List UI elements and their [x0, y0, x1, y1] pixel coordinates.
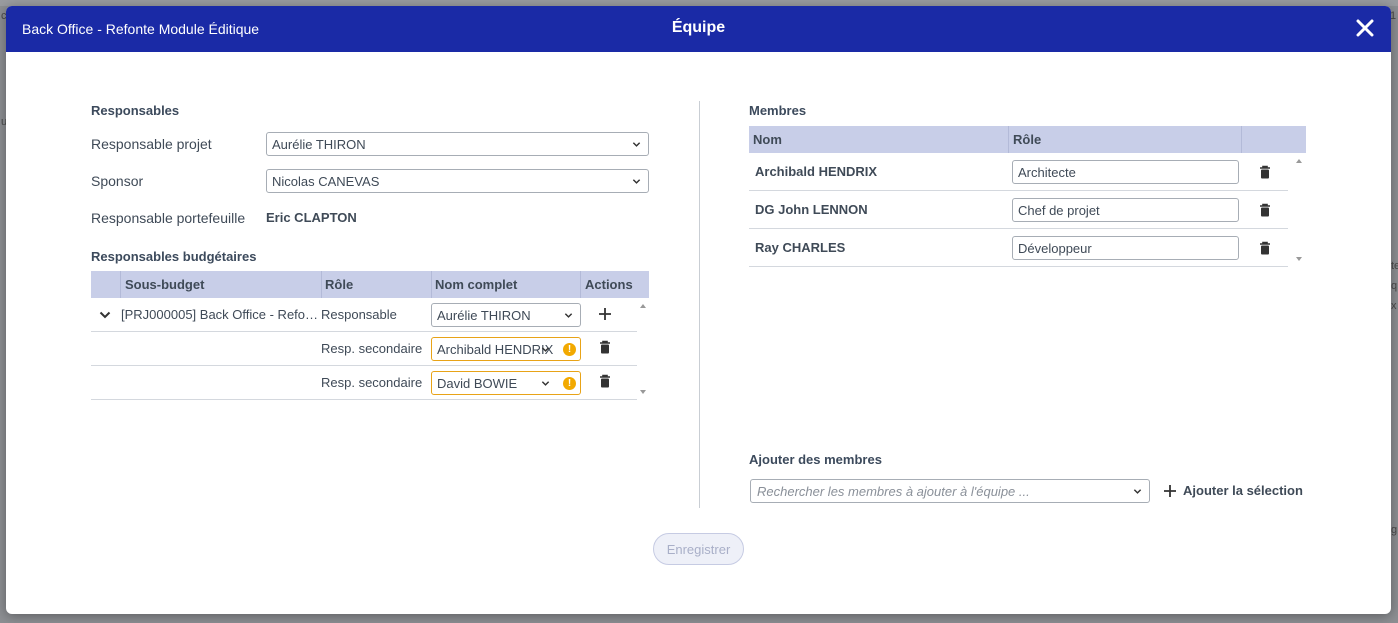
budget-table-header: Sous-budget Rôle Nom complet Actions: [91, 271, 649, 298]
column-separator: [120, 271, 121, 298]
nom-complet-select[interactable]: David BOWIE !: [431, 371, 581, 395]
nom-complet-select[interactable]: Archibald HENDRIX !: [431, 337, 581, 361]
member-role-input[interactable]: Développeur: [1012, 236, 1239, 260]
budget-table: Sous-budget Rôle Nom complet Actions [PR…: [91, 271, 649, 401]
add-selection-label: Ajouter la sélection: [1183, 483, 1303, 498]
delete-member-button[interactable]: [1257, 240, 1273, 256]
modal-title: Équipe: [671, 19, 726, 36]
responsable-projet-select[interactable]: Aurélie THIRON: [266, 132, 649, 156]
member-role-value: Chef de projet: [1018, 202, 1100, 218]
responsable-projet-value: Aurélie THIRON: [272, 136, 366, 152]
column-header-role: Rôle: [1013, 132, 1042, 147]
add-selection-button[interactable]: Ajouter la sélection: [1163, 483, 1303, 498]
role-cell: Resp. secondaire: [321, 341, 423, 356]
chevron-down-icon: [541, 347, 550, 352]
sponsor-value: Nicolas CANEVAS: [272, 173, 380, 189]
delete-row-button[interactable]: [597, 339, 613, 355]
member-search-placeholder: Rechercher les membres à ajouter à l'équ…: [757, 483, 1030, 499]
trash-icon: [1260, 241, 1270, 255]
member-role-value: Architecte: [1018, 164, 1076, 180]
role-cell: Responsable: [321, 307, 397, 322]
background-text-fragment: te: [1391, 260, 1398, 272]
close-icon: [1356, 19, 1374, 37]
trash-icon: [1260, 203, 1270, 217]
member-role-value: Développeur: [1018, 240, 1092, 256]
chevron-down-icon: [541, 381, 550, 386]
scroll-down-icon[interactable]: [1296, 257, 1302, 261]
column-separator: [321, 271, 322, 298]
member-name-cell: Ray CHARLES: [755, 240, 846, 255]
column-divider: [699, 101, 700, 508]
scroll-down-icon[interactable]: [640, 390, 646, 394]
trash-icon: [1260, 165, 1270, 179]
column-header-nom-complet: Nom complet: [435, 277, 518, 292]
responsable-projet-label: Responsable projet: [91, 136, 212, 152]
table-row: Resp. secondaire David BOWIE !: [91, 366, 637, 400]
column-separator: [580, 271, 581, 298]
column-separator: [431, 271, 432, 298]
column-header-sous-budget: Sous-budget: [125, 277, 205, 292]
trash-icon: [600, 374, 610, 388]
chevron-down-icon: [99, 311, 111, 319]
member-search-select[interactable]: Rechercher les membres à ajouter à l'équ…: [750, 479, 1150, 503]
membres-table-scrollbar[interactable]: [1293, 153, 1305, 267]
sponsor-select[interactable]: Nicolas CANEVAS: [266, 169, 649, 193]
membres-title: Membres: [749, 103, 807, 118]
plus-icon: [599, 308, 611, 320]
nom-complet-value: David BOWIE: [437, 375, 518, 391]
column-header-role: Rôle: [325, 277, 354, 292]
add-row-button[interactable]: [597, 306, 613, 322]
team-modal: Back Office - Refonte Module Éditique Éq…: [6, 6, 1391, 614]
membres-table-header: Nom Rôle: [749, 126, 1306, 153]
responsable-portefeuille-label: Responsable portefeuille: [91, 210, 246, 226]
chevron-down-icon: [632, 142, 641, 147]
budget-table-scrollbar[interactable]: [637, 298, 649, 400]
table-row: Archibald HENDRIX Architecte: [749, 153, 1288, 191]
ajouter-membres-title: Ajouter des membres: [749, 452, 882, 467]
member-name-cell: Archibald HENDRIX: [755, 164, 878, 179]
trash-icon: [600, 340, 610, 354]
scroll-up-icon[interactable]: [640, 304, 646, 308]
column-header-nom: Nom: [753, 132, 782, 147]
warning-icon: !: [563, 377, 576, 390]
column-separator: [1008, 126, 1009, 153]
background-text-fragment: g: [1391, 524, 1398, 536]
nom-complet-value: Aurélie THIRON: [437, 307, 531, 323]
chevron-down-icon: [632, 179, 641, 184]
warning-icon: !: [563, 343, 576, 356]
nom-complet-value: Archibald HENDRIX: [437, 341, 554, 357]
membres-table: Nom Rôle Archibald HENDRIX Architecte DG…: [749, 126, 1306, 268]
responsable-portefeuille-value: Eric CLAPTON: [266, 210, 357, 225]
delete-member-button[interactable]: [1257, 202, 1273, 218]
sous-budget-cell: [PRJ000005] Back Office - Refonte Module…: [121, 307, 319, 322]
table-row: DG John LENNON Chef de projet: [749, 191, 1288, 229]
member-role-input[interactable]: Chef de projet: [1012, 198, 1239, 222]
plus-icon: [1164, 484, 1176, 497]
scroll-up-icon[interactable]: [1296, 159, 1302, 163]
delete-row-button[interactable]: [597, 373, 613, 389]
member-name-cell: DG John LENNON: [755, 202, 868, 217]
table-row: Ray CHARLES Développeur: [749, 229, 1288, 267]
role-cell: Resp. secondaire: [321, 375, 423, 390]
expand-row-button[interactable]: [97, 307, 113, 323]
member-role-input[interactable]: Architecte: [1012, 160, 1239, 184]
close-button[interactable]: [1353, 16, 1377, 40]
delete-member-button[interactable]: [1257, 164, 1273, 180]
nom-complet-select[interactable]: Aurélie THIRON: [431, 303, 581, 327]
save-button[interactable]: Enregistrer: [653, 533, 744, 565]
chevron-down-icon: [564, 313, 573, 318]
chevron-down-icon: [1133, 489, 1142, 494]
column-separator: [1241, 126, 1242, 153]
table-row: [PRJ000005] Back Office - Refonte Module…: [91, 298, 637, 332]
responsables-budgetaires-title: Responsables budgétaires: [91, 249, 257, 264]
table-row: Resp. secondaire Archibald HENDRIX !: [91, 332, 637, 366]
column-header-actions: Actions: [585, 277, 633, 292]
modal-header: Back Office - Refonte Module Éditique Éq…: [6, 6, 1391, 52]
background-text-fragment: q: [1391, 280, 1398, 292]
sponsor-label: Sponsor: [91, 173, 144, 189]
background-text-fragment: x: [1391, 300, 1397, 312]
responsables-title: Responsables: [91, 103, 180, 118]
